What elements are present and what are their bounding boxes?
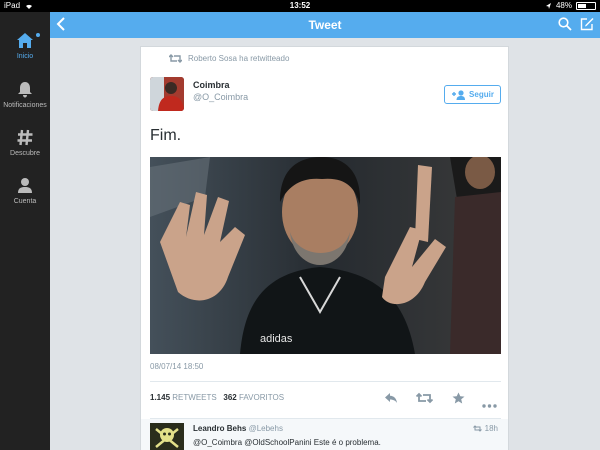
compose-icon xyxy=(580,18,594,31)
star-icon xyxy=(452,392,465,404)
follow-button[interactable]: Seguir xyxy=(444,85,501,104)
top-bar: Tweet xyxy=(50,12,600,38)
reply-icon xyxy=(385,393,397,403)
battery-fill xyxy=(578,3,586,8)
search-button[interactable] xyxy=(558,17,572,36)
location-icon xyxy=(545,2,551,9)
more-button[interactable] xyxy=(482,395,497,413)
sidebar-item-descubre[interactable]: Descubre xyxy=(0,129,50,157)
tweet-text: Fim. xyxy=(150,127,182,144)
reply-text: @O_Coimbra @OldSchoolPanini Este é o pro… xyxy=(193,438,381,447)
battery-icon xyxy=(576,1,596,10)
sidebar-item-inicio[interactable]: Inicio xyxy=(0,32,50,60)
svg-text:adidas: adidas xyxy=(260,333,293,345)
status-time: 13:52 xyxy=(289,1,311,10)
sidebar-label-notificaciones: Notificaciones xyxy=(3,102,47,109)
hashtag-icon xyxy=(17,129,33,146)
bell-icon xyxy=(18,82,32,98)
reply-item[interactable]: Leandro Behs @Lebehs 18h @O_Coimbra @Old… xyxy=(141,419,508,450)
favorites-count[interactable]: 362 xyxy=(223,393,236,402)
retweets-count[interactable]: 1.145 xyxy=(150,393,170,402)
sidebar-label-inicio: Inicio xyxy=(16,53,34,60)
tweet-photo[interactable]: adidas xyxy=(150,157,501,354)
page-title: Tweet xyxy=(308,18,342,32)
reply-author[interactable]: Leandro Behs @Lebehs xyxy=(193,424,283,433)
more-icon xyxy=(482,404,497,408)
sidebar-label-descubre: Descubre xyxy=(10,150,40,157)
reply-avatar-image xyxy=(150,423,184,450)
main-content: Roberto Sosa ha retwitteado Coimbra @O_C… xyxy=(50,38,600,450)
retweet-context: Roberto Sosa ha retwitteado xyxy=(169,54,289,63)
sidebar-item-cuenta[interactable]: Cuenta xyxy=(0,177,50,205)
sidebar-item-notificaciones[interactable]: Notificaciones xyxy=(0,81,50,109)
author-name[interactable]: Coimbra xyxy=(193,80,230,90)
sidebar: Inicio Notificaciones Descubre Cuenta xyxy=(0,12,50,450)
avatar-image xyxy=(150,77,184,111)
photo-image: adidas xyxy=(150,157,501,354)
reply-author-handle: @Lebehs xyxy=(248,424,283,433)
status-right: 48% xyxy=(545,1,596,10)
retweets-label[interactable]: RETWEETS xyxy=(172,393,216,402)
author-avatar[interactable] xyxy=(150,77,184,111)
reply-author-name: Leandro Behs xyxy=(193,424,247,433)
search-icon xyxy=(558,17,572,31)
status-bar: iPad 13:52 48% xyxy=(0,0,600,12)
add-user-icon xyxy=(452,89,466,100)
compose-button[interactable] xyxy=(580,17,594,36)
tweet-stats: 1.145 RETWEETS 362 FAVORITOS xyxy=(150,393,284,402)
home-icon xyxy=(17,33,33,48)
favorites-label[interactable]: FAVORITOS xyxy=(239,393,284,402)
tweet-card: Roberto Sosa ha retwitteado Coimbra @O_C… xyxy=(140,46,509,450)
reply-button[interactable] xyxy=(384,391,398,409)
reply-avatar[interactable] xyxy=(150,423,184,450)
retweet-icon xyxy=(415,392,434,404)
reply-time-label: 18h xyxy=(484,424,498,433)
person-icon xyxy=(18,178,32,193)
tweet-timestamp: 08/07/14 18:50 xyxy=(150,362,204,371)
battery-percent: 48% xyxy=(555,1,572,10)
favorite-button[interactable] xyxy=(452,391,465,409)
sidebar-label-cuenta: Cuenta xyxy=(13,198,37,205)
divider xyxy=(150,381,501,382)
reply-time: 18h xyxy=(472,424,498,433)
follow-label: Seguir xyxy=(469,90,494,99)
author-handle[interactable]: @O_Coimbra xyxy=(193,92,248,102)
retweet-button[interactable] xyxy=(415,391,434,409)
retweeted-by: Roberto Sosa ha retwitteado xyxy=(188,54,290,63)
new-tweets-dot xyxy=(36,33,40,37)
reply-context-icon xyxy=(472,425,482,432)
retweet-icon xyxy=(169,54,182,63)
